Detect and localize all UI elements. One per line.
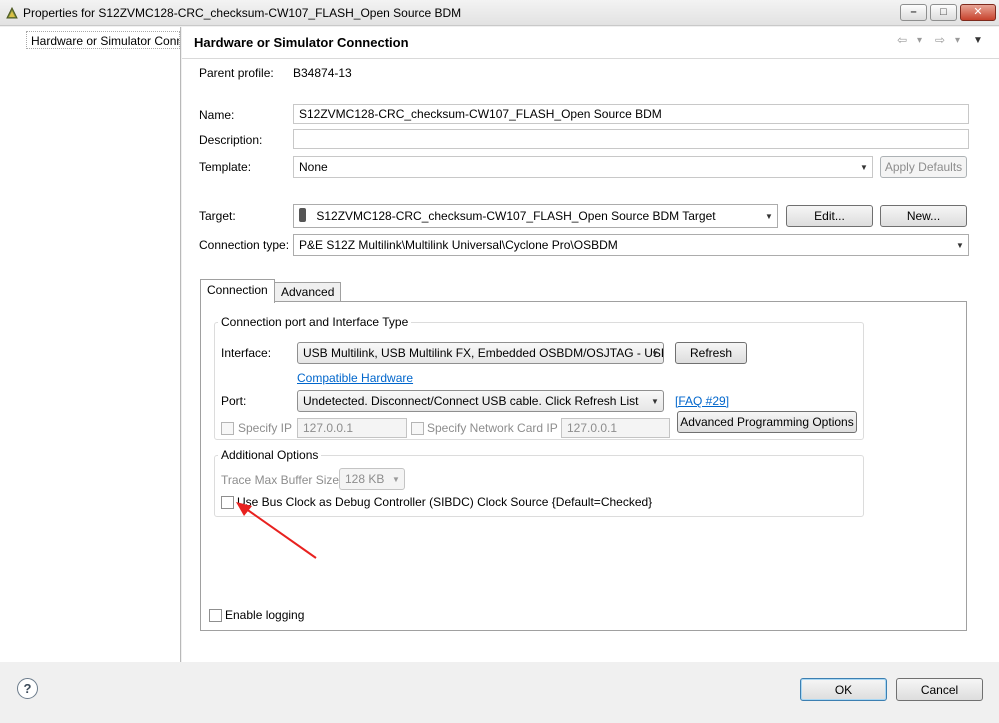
- specify-network-card-checkbox[interactable]: [411, 422, 424, 435]
- page-title: Hardware or Simulator Connection: [194, 35, 409, 50]
- template-value: None: [299, 160, 328, 174]
- close-button[interactable]: ✕: [960, 4, 996, 21]
- window-title-bar[interactable]: Properties for S12ZVMC128-CRC_checksum-C…: [0, 0, 999, 26]
- compatible-hardware-link[interactable]: Compatible Hardware: [297, 371, 413, 385]
- red-annotation-arrow: [236, 502, 317, 559]
- window-title: Properties for S12ZVMC128-CRC_checksum-C…: [23, 6, 462, 20]
- back-menu-icon[interactable]: ▾: [917, 35, 922, 46]
- enable-logging-label: Enable logging: [225, 608, 305, 622]
- parent-profile-value: B34874-13: [293, 66, 352, 80]
- tab-connection[interactable]: Connection: [200, 279, 275, 303]
- target-device-icon: [299, 208, 306, 222]
- view-menu-icon[interactable]: ▼: [973, 35, 983, 46]
- chevron-down-icon: ▼: [956, 240, 964, 250]
- interface-select[interactable]: USB Multilink, USB Multilink FX, Embedde…: [297, 342, 664, 364]
- properties-page: Hardware or Simulator Connection ⇦ ▾ ⇨ ▾…: [182, 27, 999, 662]
- maximize-button[interactable]: □: [930, 4, 957, 21]
- trace-buffer-select[interactable]: 128 KB ▼: [339, 468, 405, 490]
- target-value: S12ZVMC128-CRC_checksum-CW107_FLASH_Open…: [316, 209, 716, 223]
- specify-ip-checkbox[interactable]: [221, 422, 234, 435]
- name-input[interactable]: S12ZVMC128-CRC_checksum-CW107_FLASH_Open…: [293, 104, 969, 124]
- advanced-programming-options-button[interactable]: Advanced Programming Options: [677, 411, 857, 433]
- target-select[interactable]: S12ZVMC128-CRC_checksum-CW107_FLASH_Open…: [293, 204, 778, 228]
- back-arrow-icon[interactable]: ⇦: [897, 33, 907, 47]
- enable-logging-checkbox[interactable]: [209, 609, 222, 622]
- parent-profile-label: Parent profile:: [199, 66, 274, 80]
- refresh-button[interactable]: Refresh: [675, 342, 747, 364]
- forward-arrow-icon[interactable]: ⇨: [935, 33, 945, 47]
- header-divider: [182, 58, 999, 59]
- specify-network-card-label: Specify Network Card IP: [427, 421, 558, 435]
- app-icon: [6, 6, 18, 19]
- faq-link[interactable]: [FAQ #29]: [675, 394, 729, 408]
- sidebar-item-hardware-or-simulator-connection[interactable]: Hardware or Simulator Conn: [26, 31, 180, 49]
- forward-menu-icon[interactable]: ▾: [955, 35, 960, 46]
- minimize-button[interactable]: –: [900, 4, 927, 21]
- trace-buffer-label: Trace Max Buffer Size:: [221, 473, 343, 487]
- chevron-down-icon: ▼: [651, 348, 659, 358]
- connection-type-value: P&E S12Z Multilink\Multilink Universal\C…: [299, 238, 618, 252]
- description-input[interactable]: [293, 129, 969, 149]
- chevron-down-icon: ▼: [392, 474, 400, 484]
- port-select[interactable]: Undetected. Disconnect/Connect USB cable…: [297, 390, 664, 412]
- interface-label: Interface:: [221, 346, 272, 360]
- additional-options-group-title: Additional Options: [218, 448, 322, 462]
- chevron-down-icon: ▼: [765, 211, 773, 221]
- trace-buffer-value: 128 KB: [345, 472, 385, 486]
- edit-target-button[interactable]: Edit...: [786, 205, 873, 227]
- template-select[interactable]: None ▼: [293, 156, 873, 178]
- specify-ip-input[interactable]: 127.0.0.1: [297, 418, 407, 438]
- name-label: Name:: [199, 108, 235, 122]
- tab-advanced[interactable]: Advanced: [274, 282, 342, 302]
- properties-nav-tree[interactable]: Hardware or Simulator Conn: [0, 27, 181, 662]
- connection-type-select[interactable]: P&E S12Z Multilink\Multilink Universal\C…: [293, 234, 969, 256]
- chevron-down-icon: ▼: [860, 162, 868, 172]
- network-card-ip-input[interactable]: 127.0.0.1: [561, 418, 670, 438]
- chevron-down-icon: ▼: [651, 396, 659, 406]
- help-icon[interactable]: ?: [17, 678, 38, 699]
- target-label: Target:: [199, 209, 236, 223]
- ok-button[interactable]: OK: [800, 678, 887, 701]
- connection-port-group-title: Connection port and Interface Type: [218, 315, 412, 329]
- connection-type-label: Connection type:: [199, 238, 290, 252]
- specify-ip-label: Specify IP: [238, 421, 293, 435]
- interface-value: USB Multilink, USB Multilink FX, Embedde…: [303, 346, 664, 360]
- template-label: Template:: [199, 160, 252, 174]
- connection-tab-panel: Connection port and Interface Type Inter…: [200, 301, 967, 631]
- port-label: Port:: [221, 394, 247, 408]
- page-nav-controls: ⇦ ▾ ⇨ ▾ ▼: [897, 33, 997, 49]
- description-label: Description:: [199, 133, 263, 147]
- cancel-button[interactable]: Cancel: [896, 678, 983, 701]
- apply-defaults-button[interactable]: Apply Defaults: [880, 156, 967, 178]
- new-target-button[interactable]: New...: [880, 205, 967, 227]
- port-value: Undetected. Disconnect/Connect USB cable…: [303, 394, 639, 408]
